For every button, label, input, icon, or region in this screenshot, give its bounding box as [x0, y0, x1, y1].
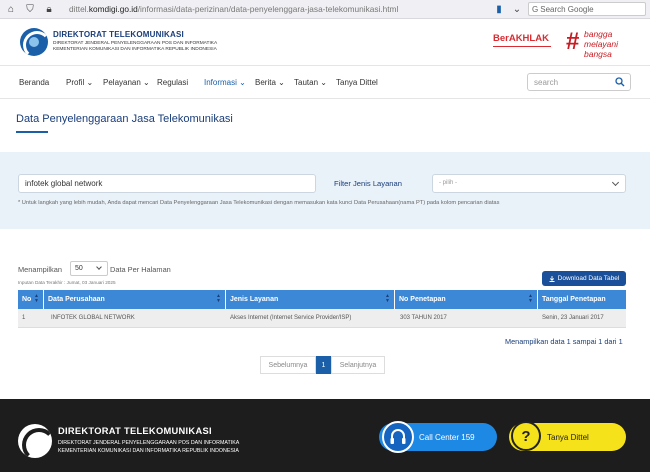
headset-icon: [382, 421, 414, 453]
komdigi-logo[interactable]: [20, 28, 48, 56]
per-page-select[interactable]: 50: [70, 261, 108, 276]
org-subtitle: DIREKTORAT JENDERAL PENYELENGGARAAN POS …: [53, 41, 217, 53]
nav-informasi[interactable]: Informasi ⌄: [204, 78, 246, 87]
table-row[interactable]: 1 INFOTEK GLOBAL NETWORK Akses Internet …: [18, 309, 626, 328]
col-data-perusahaan[interactable]: Data Perusahaan ▲ ▼: [44, 290, 226, 309]
nav-tautan[interactable]: Tautan ⌄: [294, 78, 327, 87]
bangga-melayani-bangsa-logo: bangga melayani bangsa: [584, 29, 619, 59]
next-page-button[interactable]: Selanjutnya: [331, 356, 385, 374]
download-icon: [549, 275, 555, 282]
nav-tanya-dittel[interactable]: Tanya Dittel: [336, 78, 378, 87]
bookmark-icon[interactable]: ▮: [492, 2, 506, 16]
shield-icon[interactable]: ⛉: [23, 2, 37, 16]
data-table: No ▲ ▼ Data Perusahaan ▲ ▼ Jenis Layanan ▲ ▼ N…: [18, 290, 626, 328]
search-icon[interactable]: [615, 77, 625, 87]
prev-page-button[interactable]: Sebelumnya: [260, 356, 316, 374]
google-icon: G: [532, 4, 539, 14]
show-label: Menampilkan: [18, 265, 62, 274]
call-center-button[interactable]: Call Center 159: [379, 421, 497, 453]
site-footer: DIREKTORAT TELEKOMUNIKASI DIREKTORAT JEN…: [0, 399, 650, 472]
nav-pelayanan[interactable]: Pelayanan ⌄: [103, 78, 150, 87]
cell-jenis-layanan: Akses Internet (Internet Service Provide…: [230, 315, 352, 321]
jenis-layanan-select[interactable]: - pilih -: [432, 174, 626, 193]
site-search-input[interactable]: search: [527, 73, 631, 91]
hashtag-icon: #: [566, 28, 580, 55]
address-bar[interactable]: dittel.komdigi.go.id/informasi/data-peri…: [69, 4, 398, 14]
chevron-down-icon: ⌄: [86, 78, 94, 87]
cell-no-penetapan: 303 TAHUN 2017: [400, 315, 447, 321]
footer-org-subtitle: DIREKTORAT JENDERAL PENYELENGGARAAN POS …: [58, 440, 240, 454]
nav-regulasi[interactable]: Regulasi: [157, 78, 188, 87]
chevron-down-icon: ⌄: [320, 78, 327, 87]
berakhlak-divider: [493, 46, 551, 47]
browser-search-input[interactable]: G Search Google: [528, 2, 646, 16]
table-header: No ▲ ▼ Data Perusahaan ▲ ▼ Jenis Layanan ▲ ▼ N…: [18, 290, 626, 309]
footer-org-name: DIREKTORAT TELEKOMUNIKASI: [58, 426, 212, 436]
browser-toolbar: ⌂ ⛉ 🔒︎ dittel.komdigi.go.id/informasi/da…: [0, 0, 650, 19]
berakhlak-logo: BerAKHLAK: [493, 33, 549, 44]
nav-beranda[interactable]: Beranda: [19, 78, 49, 87]
per-page-label: Data Per Halaman: [110, 265, 171, 274]
cell-tanggal-penetapan: Senin, 23 Januari 2017: [542, 315, 604, 321]
sort-icon: ▲ ▼: [216, 293, 221, 304]
footer-logo: [18, 424, 52, 458]
chevron-down-icon[interactable]: ⌄: [510, 2, 524, 16]
chevron-down-icon: ⌄: [143, 78, 150, 87]
company-search-input[interactable]: infotek global network: [18, 174, 316, 193]
tanya-dittel-button[interactable]: ? Tanya Dittel: [509, 421, 626, 451]
home-icon[interactable]: ⌂: [4, 2, 18, 16]
jenis-layanan-label: Filter Jenis Layanan: [334, 179, 402, 188]
nav-profil[interactable]: Profil ⌄: [66, 78, 93, 87]
chevron-down-icon: ⌄: [239, 78, 246, 87]
nav-berita[interactable]: Berita ⌄: [255, 78, 285, 87]
title-underline: [16, 131, 48, 133]
org-name: DIREKTORAT TELEKOMUNIKASI: [53, 30, 184, 39]
filter-panel: infotek global network Filter Jenis Laya…: [0, 152, 650, 229]
chevron-down-icon: [96, 264, 102, 270]
table-info: Menampilkan data 1 sampai 1 dari 1: [505, 337, 623, 346]
search-hint: * Untuk langkah yang lebih mudah, Anda d…: [18, 200, 500, 206]
cell-no: 1: [22, 315, 26, 321]
page-1-button[interactable]: 1: [316, 356, 331, 374]
sort-icon: ▲ ▼: [34, 293, 39, 304]
cell-data-perusahaan: INFOTEK GLOBAL NETWORK: [51, 315, 135, 321]
site-header: DIREKTORAT TELEKOMUNIKASI DIREKTORAT JEN…: [0, 20, 650, 66]
col-jenis-layanan[interactable]: Jenis Layanan ▲ ▼: [226, 290, 395, 309]
chevron-down-icon: ⌄: [278, 78, 285, 87]
page-title: Data Penyelenggaraan Jasa Telekomunikasi: [16, 113, 233, 125]
sort-icon: ▲ ▼: [385, 293, 390, 304]
question-chat-icon: ?: [511, 421, 541, 451]
lock-icon[interactable]: 🔒︎: [42, 2, 56, 16]
sort-icon: ▲ ▼: [528, 293, 533, 304]
col-no-penetapan[interactable]: No Penetapan ▲ ▼: [395, 290, 538, 309]
col-no[interactable]: No ▲ ▼: [18, 290, 44, 309]
chevron-down-icon: [611, 178, 620, 187]
download-table-button[interactable]: Download Data Tabel: [542, 271, 626, 286]
pagination: Sebelumnya 1 Selanjutnya: [260, 356, 385, 374]
col-tanggal-penetapan[interactable]: Tanggal Penetapan: [538, 290, 626, 309]
last-input-date: Inputan Data Terakhir : Jumat, 03 Januar…: [18, 280, 116, 285]
